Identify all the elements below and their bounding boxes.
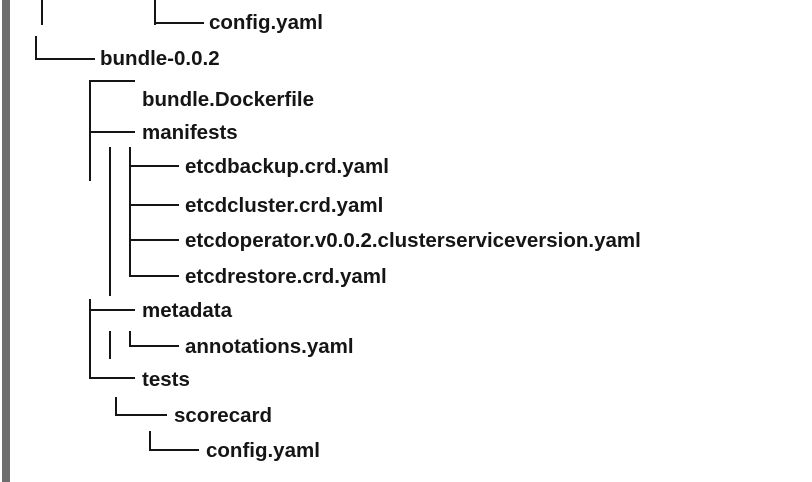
tree-entry-etcdoperator-csv-yaml: etcdoperator.v0.0.2.clusterserviceversio…: [185, 229, 641, 252]
directory-tree-code-block: config.yaml bundle-0.0.2 bundle.Dockerfi…: [0, 0, 812, 482]
tree-entry-etcdrestore-crd-yaml: etcdrestore.crd.yaml: [185, 265, 387, 288]
tree-entry-tests: tests: [142, 368, 190, 391]
tree-entry-annotations-yaml: annotations.yaml: [185, 335, 354, 358]
tree-entry-bundle-0-0-2: bundle-0.0.2: [100, 47, 220, 70]
tree-entry-metadata: metadata: [142, 299, 233, 322]
tree-entry-scorecard: scorecard: [174, 404, 273, 427]
tree-entry-bundle-dockerfile: bundle.Dockerfile: [142, 88, 315, 111]
tree-entry-etcdcluster-crd-yaml: etcdcluster.crd.yaml: [185, 194, 384, 217]
directory-tree: config.yaml bundle-0.0.2 bundle.Dockerfi…: [0, 0, 812, 482]
tree-entry-etcdbackup-crd-yaml: etcdbackup.crd.yaml: [185, 155, 389, 178]
tree-entry-manifests: manifests: [142, 121, 238, 144]
tree-entry-config-yaml-top: config.yaml: [209, 11, 323, 34]
tree-entry-config-yaml-scorecard: config.yaml: [206, 439, 320, 462]
